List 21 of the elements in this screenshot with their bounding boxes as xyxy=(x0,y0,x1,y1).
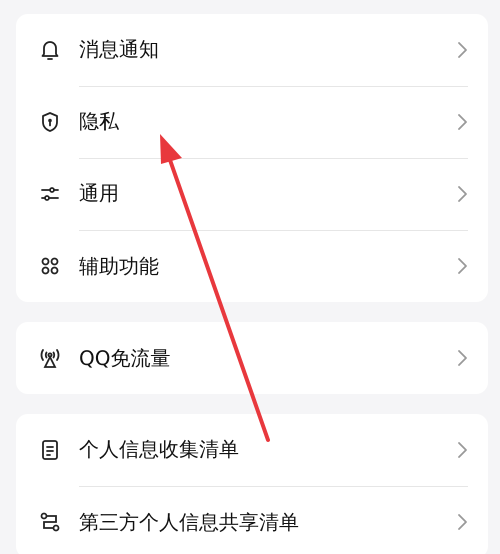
signal-tower-icon xyxy=(38,346,62,370)
chevron-icon xyxy=(456,184,468,202)
setting-label: 第三方个人信息共享清单 xyxy=(79,508,300,536)
chevron-icon xyxy=(456,257,468,275)
chevron-icon xyxy=(456,112,468,130)
chevron-icon xyxy=(456,440,468,458)
settings-row[interactable]: 第三方个人信息共享清单 xyxy=(16,486,488,554)
settings-row[interactable]: 消息通知 xyxy=(16,14,488,86)
chevron-icon xyxy=(456,349,468,367)
setting-label: QQ免流量 xyxy=(79,344,172,372)
setting-label: 辅助功能 xyxy=(79,252,160,280)
settings-row[interactable]: QQ免流量 xyxy=(16,322,488,394)
setting-label: 通用 xyxy=(79,180,120,207)
chevron-icon xyxy=(456,513,468,531)
setting-label: 消息通知 xyxy=(79,36,160,63)
chevron-icon xyxy=(456,40,468,58)
settings-row[interactable]: 辅助功能 xyxy=(16,230,488,302)
connection-icon xyxy=(38,510,62,534)
setting-label: 隐私 xyxy=(79,108,120,135)
settings-row[interactable]: 个人信息收集清单 xyxy=(16,414,488,486)
setting-label: 个人信息收集清单 xyxy=(79,436,240,463)
